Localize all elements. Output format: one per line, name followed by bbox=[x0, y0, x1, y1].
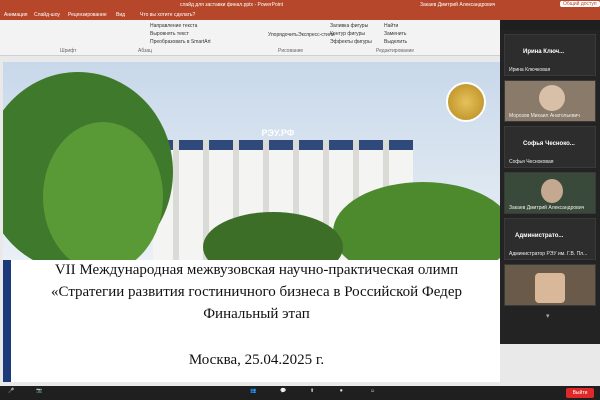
meeting-toolbar: 🎤 📷 👥 💬 ⬆ ⏺ ☺ Выйти bbox=[0, 386, 600, 400]
participant-display-name: Софья Чесноко... bbox=[523, 141, 575, 147]
emblem-icon bbox=[446, 82, 486, 122]
group-editing-label: Редактирование bbox=[376, 48, 415, 54]
slide-photo: РЭУ.РФ bbox=[3, 62, 500, 282]
select-button[interactable]: Выделить bbox=[384, 39, 407, 45]
group-font-label: Шрифт bbox=[60, 48, 77, 54]
document-title: слайд для заставки финал.pptx - PowerPoi… bbox=[180, 2, 284, 8]
participant-name: Софья Чесноковая bbox=[509, 159, 554, 165]
tree bbox=[43, 122, 163, 272]
find-button[interactable]: Найти bbox=[384, 23, 398, 29]
group-drawing-label: Рисование bbox=[278, 48, 304, 54]
slide[interactable]: РЭУ.РФ VII Международная межвузовская на… bbox=[3, 62, 500, 382]
building-column bbox=[173, 140, 179, 260]
title-bar: слайд для заставки финал.pptx - PowerPoi… bbox=[0, 0, 600, 10]
building-stripe bbox=[153, 140, 413, 150]
participant-video bbox=[539, 85, 565, 111]
slide-line-3: Финальный этап bbox=[203, 306, 310, 322]
participant-name: Закаев Дмитрий Александрович bbox=[509, 205, 585, 211]
participant-tile[interactable]: Закаев Дмитрий Александрович bbox=[504, 172, 596, 214]
participant-video bbox=[541, 179, 563, 203]
menu-bar: Анимация Слайд-шоу Рецензирование Вид Чт… bbox=[0, 10, 600, 20]
align-text-button[interactable]: Выровнять текст bbox=[150, 31, 189, 37]
menu-item-slideshow[interactable]: Слайд-шоу bbox=[34, 12, 60, 18]
participant-display-name: Администрато... bbox=[515, 233, 564, 239]
replace-button[interactable]: Заменить bbox=[384, 31, 406, 37]
share-screen-icon[interactable]: ⬆ bbox=[310, 388, 314, 394]
text-direction-button[interactable]: Направление текста bbox=[150, 23, 197, 29]
participant-tile[interactable]: Морозов Михаил Анатольевич bbox=[504, 80, 596, 122]
share-button[interactable]: Общий доступ bbox=[560, 1, 600, 7]
participant-tile[interactable] bbox=[504, 264, 596, 306]
participant-tile[interactable]: Администрато... Администратор РЭУ им. Г.… bbox=[504, 218, 596, 260]
participant-tile[interactable]: Софья Чесноко... Софья Чесноковая bbox=[504, 126, 596, 168]
microphone-icon[interactable]: 🎤 bbox=[8, 388, 14, 394]
leave-button[interactable]: Выйти bbox=[566, 388, 594, 398]
chevron-down-icon[interactable]: ▾ bbox=[546, 312, 550, 320]
participant-name: Администратор РЭУ им. Г.В. Пл... bbox=[509, 251, 588, 257]
participant-video bbox=[535, 273, 565, 303]
menu-item-animation[interactable]: Анимация bbox=[4, 12, 27, 18]
participants-icon[interactable]: 👥 bbox=[250, 388, 256, 394]
participant-name: Морозов Михаил Анатольевич bbox=[509, 113, 580, 119]
participant-display-name: Ирина Ключ... bbox=[523, 49, 565, 55]
menu-item-view[interactable]: Вид bbox=[116, 12, 125, 18]
user-name[interactable]: Закаев Дмитрий Александрович bbox=[420, 2, 495, 8]
meeting-panel-header bbox=[500, 20, 600, 30]
tell-me-search[interactable]: Что вы хотите сделать? bbox=[140, 12, 195, 18]
participant-name: Ирина Ключковая bbox=[509, 67, 551, 73]
shape-outline-button[interactable]: Контур фигуры bbox=[330, 31, 365, 37]
chat-icon[interactable]: 💬 bbox=[280, 388, 286, 394]
smartart-button[interactable]: Преобразовать в SmartArt bbox=[150, 39, 211, 45]
participant-tile[interactable]: Ирина Ключ... Ирина Ключковая bbox=[504, 34, 596, 76]
slide-line-2: «Стратегии развития гостиничного бизнеса… bbox=[51, 284, 462, 300]
reactions-icon[interactable]: ☺ bbox=[370, 388, 375, 394]
arrange-button[interactable]: Упорядочить bbox=[268, 32, 298, 38]
shape-fill-button[interactable]: Заливка фигуры bbox=[330, 23, 368, 29]
group-paragraph-label: Абзац bbox=[138, 48, 153, 54]
slide-left-bar bbox=[3, 260, 11, 382]
participant-gallery: Ирина Ключ... Ирина Ключковая Морозов Ми… bbox=[500, 30, 600, 344]
slide-line-4: Москва, 25.04.2025 г. bbox=[188, 352, 325, 368]
record-icon[interactable]: ⏺ bbox=[340, 388, 343, 394]
camera-icon[interactable]: 📷 bbox=[36, 388, 42, 394]
shape-effects-button[interactable]: Эффекты фигуры bbox=[330, 39, 372, 45]
menu-item-review[interactable]: Рецензирование bbox=[68, 12, 107, 18]
slide-line-1: VII Международная межвузовская научно-пр… bbox=[54, 262, 459, 278]
building-sign: РЭУ.РФ bbox=[261, 128, 295, 138]
